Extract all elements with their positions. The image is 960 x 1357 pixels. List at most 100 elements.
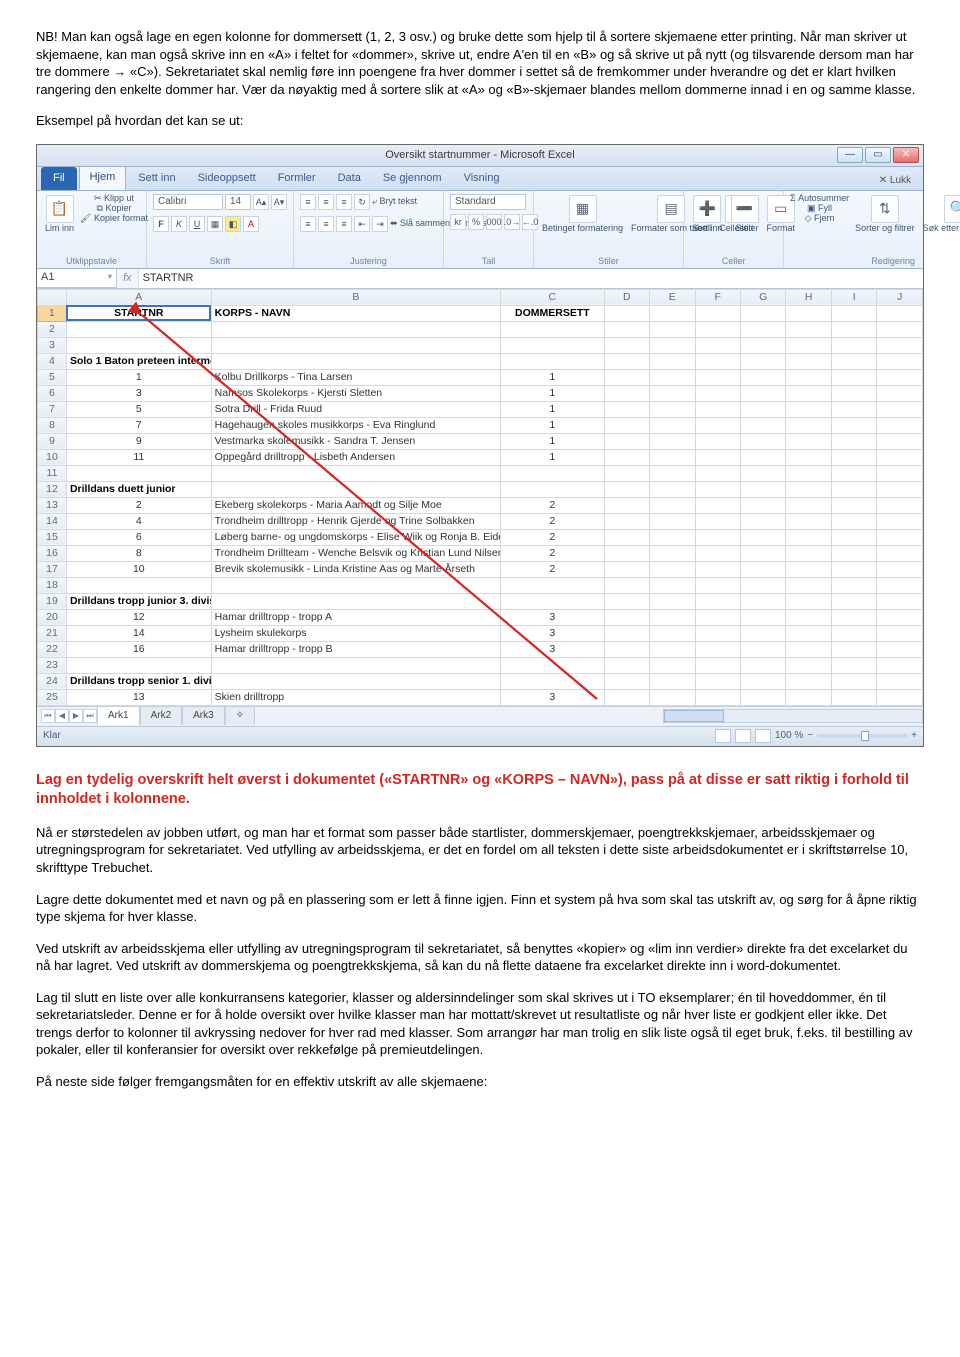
find-select-button[interactable]: 🔍Søk etter og merk [921, 194, 960, 234]
cell[interactable] [604, 497, 649, 513]
cell[interactable] [695, 401, 740, 417]
cell[interactable]: Skien drilltropp [211, 689, 500, 705]
cell[interactable]: 5 [66, 401, 211, 417]
cell[interactable] [650, 657, 695, 673]
cell[interactable] [877, 401, 923, 417]
cell[interactable] [740, 369, 785, 385]
cell[interactable] [650, 577, 695, 593]
tab-data[interactable]: Data [328, 167, 371, 190]
cell[interactable] [831, 369, 876, 385]
col-header[interactable]: I [831, 289, 876, 305]
cell[interactable]: Vestmarka skolemusikk - Sandra T. Jensen [211, 433, 500, 449]
cell[interactable] [650, 449, 695, 465]
cell[interactable] [650, 625, 695, 641]
cell[interactable] [786, 593, 831, 609]
tab-review[interactable]: Se gjennom [373, 167, 452, 190]
fx-icon[interactable]: fx [117, 271, 138, 286]
cell[interactable] [786, 577, 831, 593]
cell[interactable] [831, 641, 876, 657]
cell[interactable]: 1 [501, 449, 604, 465]
row-header[interactable]: 11 [38, 465, 67, 481]
cell[interactable] [877, 609, 923, 625]
row-header[interactable]: 21 [38, 625, 67, 641]
cell[interactable] [604, 321, 649, 337]
cell[interactable]: Solo 1 Baton preteen intermediate [66, 353, 211, 369]
cell[interactable] [786, 417, 831, 433]
col-header[interactable]: E [650, 289, 695, 305]
cell[interactable]: DOMMERSETT [501, 305, 604, 321]
cell[interactable] [877, 305, 923, 321]
cell[interactable] [786, 497, 831, 513]
row-header[interactable]: 2 [38, 321, 67, 337]
cell[interactable] [695, 417, 740, 433]
cell[interactable] [211, 593, 500, 609]
tab-view[interactable]: Visning [454, 167, 510, 190]
row-header[interactable]: 8 [38, 417, 67, 433]
cell[interactable]: 1 [501, 401, 604, 417]
row-header[interactable]: 4 [38, 353, 67, 369]
horizontal-scrollbar[interactable] [663, 709, 923, 723]
italic-button[interactable]: K [171, 216, 187, 232]
sheet-nav-next[interactable]: ▶ [69, 709, 83, 723]
cell[interactable] [740, 689, 785, 705]
cell[interactable] [831, 609, 876, 625]
cell[interactable] [650, 481, 695, 497]
cell[interactable] [740, 529, 785, 545]
sheet-tab-ark1[interactable]: Ark1 [97, 706, 140, 725]
cell[interactable] [695, 497, 740, 513]
cell[interactable] [501, 657, 604, 673]
cell[interactable]: 10 [66, 561, 211, 577]
cell[interactable] [877, 321, 923, 337]
view-pagelayout-button[interactable] [735, 729, 751, 743]
cell[interactable] [831, 481, 876, 497]
cell[interactable] [786, 625, 831, 641]
row-header[interactable]: 18 [38, 577, 67, 593]
cell[interactable] [831, 321, 876, 337]
cell[interactable] [604, 433, 649, 449]
cell[interactable] [501, 337, 604, 353]
cell[interactable]: Namsos Skolekorps - Kjersti Sletten [211, 385, 500, 401]
cell[interactable] [786, 465, 831, 481]
cell[interactable] [604, 385, 649, 401]
cell[interactable] [831, 401, 876, 417]
cell[interactable] [501, 673, 604, 689]
cell[interactable] [786, 609, 831, 625]
row-header[interactable]: 10 [38, 449, 67, 465]
cell[interactable] [695, 545, 740, 561]
paste-button[interactable]: 📋Lim inn [43, 194, 76, 234]
cell[interactable] [650, 513, 695, 529]
cell[interactable] [786, 305, 831, 321]
cell[interactable] [604, 657, 649, 673]
cell[interactable] [831, 625, 876, 641]
wrap-text-button[interactable]: ⤶ Bryt tekst [372, 197, 417, 206]
cell[interactable] [501, 577, 604, 593]
sheet-nav-last[interactable]: ⏭ [83, 709, 97, 723]
cell[interactable]: Drilldans duett junior [66, 481, 211, 497]
row-header[interactable]: 24 [38, 673, 67, 689]
cell[interactable]: 11 [66, 449, 211, 465]
cell[interactable] [695, 689, 740, 705]
cell[interactable] [66, 657, 211, 673]
cell[interactable] [650, 401, 695, 417]
cell[interactable] [604, 625, 649, 641]
cell[interactable] [604, 545, 649, 561]
cell[interactable] [650, 369, 695, 385]
cell[interactable] [831, 305, 876, 321]
cell[interactable] [831, 561, 876, 577]
cell[interactable] [786, 529, 831, 545]
col-header[interactable]: F [695, 289, 740, 305]
delete-cells-button[interactable]: ➖Slett [729, 194, 761, 234]
cell[interactable] [740, 641, 785, 657]
col-header[interactable]: C [501, 289, 604, 305]
cell[interactable] [877, 481, 923, 497]
cell[interactable]: 3 [501, 689, 604, 705]
bold-button[interactable]: F [153, 216, 169, 232]
cell[interactable]: Hamar drilltropp - tropp A [211, 609, 500, 625]
cell[interactable] [695, 305, 740, 321]
row-header[interactable]: 13 [38, 497, 67, 513]
cell[interactable] [695, 449, 740, 465]
col-header[interactable]: H [786, 289, 831, 305]
cell[interactable] [877, 577, 923, 593]
cell[interactable] [877, 593, 923, 609]
cell[interactable]: 2 [501, 561, 604, 577]
